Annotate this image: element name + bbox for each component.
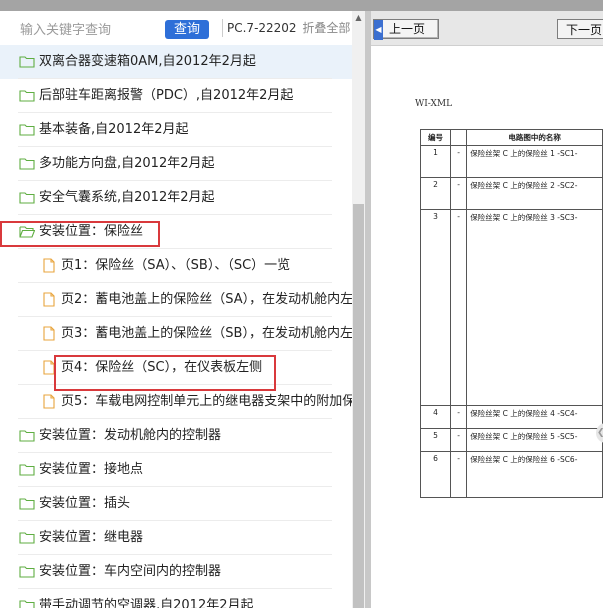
tree-item-6[interactable]: 页1：保险丝（SA）、（SB）、（SC）一览	[0, 249, 352, 283]
folder-icon	[19, 158, 35, 170]
tree-item-label: 后部驻车距离报警（PDC）,自2012年2月起	[39, 88, 294, 103]
page-icon	[43, 292, 55, 307]
page-icon	[43, 360, 55, 375]
table-cell-number: 3	[419, 209, 452, 406]
table-cell-mark: -	[450, 405, 468, 429]
table-cell-name: 保险丝架 C 上的保险丝 2 -SC2-	[466, 177, 603, 210]
table-cell-mark: -	[450, 177, 468, 210]
tree-item-9[interactable]: 页4：保险丝（SC），在仪表板左侧	[0, 351, 352, 385]
page-icon	[43, 258, 55, 273]
table-cell-name: 保险丝架 C 上的保险丝 1 -SC1-	[466, 145, 603, 178]
tree-item-label: 安装位置：发动机舱内的控制器	[39, 428, 222, 443]
fuse-table: 编号 电路图中的名称 1 - 保险丝架 C 上的保险丝 1 -SC1- 2 - …	[419, 129, 603, 498]
table-row: 3 - 保险丝架 C 上的保险丝 3 -SC3-	[419, 209, 603, 406]
table-header-name: 电路图中的名称	[466, 129, 603, 146]
doc-code: PC.7-22202	[227, 21, 297, 35]
table-cell-number: 2	[419, 177, 452, 210]
search-input[interactable]	[18, 17, 164, 43]
table-cell-number: 1	[419, 145, 452, 178]
page-icon	[43, 394, 55, 409]
tree-item-8[interactable]: 页3：蓄电池盖上的保险丝（SB），在发动机舱内左侧	[0, 317, 365, 351]
tree-item-label: 带手动调节的空调器,自2012年2月起	[39, 598, 254, 608]
tree-item-label: 基本装备,自2012年2月起	[39, 122, 189, 137]
folder-icon	[19, 56, 35, 68]
tree-item-0[interactable]: 双离合器变速箱0AM,自2012年2月起	[0, 45, 352, 79]
table-cell-mark: -	[450, 145, 468, 178]
tree-item-label: 页4：保险丝（SC），在仪表板左侧	[61, 360, 263, 375]
tree-item-2[interactable]: 基本装备,自2012年2月起	[0, 113, 352, 147]
scroll-up-icon[interactable]: ▲	[352, 11, 365, 24]
tree-item-label: 页1：保险丝（SA）、（SB）、（SC）一览	[61, 258, 291, 273]
page-icon	[43, 326, 55, 341]
table-header-mark	[450, 129, 468, 146]
tree-item-7[interactable]: 页2：蓄电池盖上的保险丝（SA），在发动机舱内左侧	[0, 283, 365, 317]
tree-item-label: 安装位置：车内空间内的控制器	[39, 564, 222, 579]
tree-item-label: 页3：蓄电池盖上的保险丝（SB），在发动机舱内左侧	[61, 326, 365, 341]
folder-icon	[19, 192, 35, 204]
table-cell-name: 保险丝架 C 上的保险丝 3 -SC3-	[466, 209, 603, 406]
table-row: 4 - 保险丝架 C 上的保险丝 4 -SC4-	[419, 405, 603, 429]
arrow-left-icon: ◀	[374, 20, 383, 40]
next-page-button[interactable]: 下一页	[557, 19, 603, 39]
document-viewer: ◀ 上一页 下一页 WI-XML 编号 电路图中的名称 1 - 保险丝架 C 上的…	[371, 11, 603, 608]
tree-scrollbar-thumb[interactable]	[353, 204, 364, 608]
tree-item-5[interactable]: 安装位置：保险丝	[0, 215, 352, 249]
tree-item-label: 安全气囊系统,自2012年2月起	[39, 190, 215, 205]
folder-icon	[19, 566, 35, 578]
doc-info: PC.7-22202 折叠全部	[222, 19, 350, 37]
tree-item-11[interactable]: 安装位置：发动机舱内的控制器	[0, 419, 352, 453]
table-cell-number: 4	[419, 405, 452, 429]
table-cell-mark: -	[450, 451, 468, 498]
viewer-toolbar: ◀ 上一页 下一页	[371, 11, 603, 46]
tree-item-1[interactable]: 后部驻车距离报警（PDC）,自2012年2月起	[0, 79, 352, 113]
prev-page-button[interactable]: ◀ 上一页	[373, 19, 439, 40]
table-row: 5 - 保险丝架 C 上的保险丝 5 -SC5-	[419, 428, 603, 452]
tree-item-label: 多功能方向盘,自2012年2月起	[39, 156, 215, 171]
folder-open-icon	[19, 226, 35, 238]
table-cell-name: 保险丝架 C 上的保险丝 5 -SC5-	[466, 428, 603, 452]
prev-page-label: 上一页	[389, 22, 426, 36]
tree-item-16[interactable]: 带手动调节的空调器,自2012年2月起	[0, 589, 352, 608]
tree-item-label: 安装位置：保险丝	[39, 224, 144, 239]
table-row: 6 - 保险丝架 C 上的保险丝 6 -SC6-	[419, 451, 603, 498]
table-row: 2 - 保险丝架 C 上的保险丝 2 -SC2-	[419, 177, 603, 210]
tree-item-label: 页2：蓄电池盖上的保险丝（SA），在发动机舱内左侧	[61, 292, 365, 307]
folder-icon	[19, 600, 35, 608]
document-id: WI-XML	[415, 99, 453, 109]
tree-item-label: 双离合器变速箱0AM,自2012年2月起	[39, 54, 256, 69]
tree-item-4[interactable]: 安全气囊系统,自2012年2月起	[0, 181, 352, 215]
tree-list: 双离合器变速箱0AM,自2012年2月起 后部驻车距离报警（PDC）,自2012…	[0, 45, 365, 608]
table-header-number: 编号	[419, 129, 452, 146]
table-cell-mark: -	[450, 428, 468, 452]
search-bar: 查询 PC.7-22202 折叠全部	[0, 11, 352, 48]
tree-item-label: 页5：车载电网控制单元上的继电器支架中的附加保险丝	[61, 394, 365, 409]
tree-item-3[interactable]: 多功能方向盘,自2012年2月起	[0, 147, 352, 181]
table-header-row: 编号 电路图中的名称	[419, 129, 603, 146]
tree-panel: 查询 PC.7-22202 折叠全部 双离合器变速箱0AM,自2012年2月起 …	[0, 11, 365, 608]
folder-icon	[19, 430, 35, 442]
tree-item-15[interactable]: 安装位置：车内空间内的控制器	[0, 555, 352, 589]
table-cell-number: 5	[419, 428, 452, 452]
folder-icon	[19, 532, 35, 544]
tree-item-label: 安装位置：接地点	[39, 462, 144, 477]
table-cell-name: 保险丝架 C 上的保险丝 6 -SC6-	[466, 451, 603, 498]
table-cell-number: 6	[419, 451, 452, 498]
table-row: 1 - 保险丝架 C 上的保险丝 1 -SC1-	[419, 145, 603, 178]
folder-icon	[19, 498, 35, 510]
collapse-all-button[interactable]: 折叠全部	[302, 21, 350, 35]
search-button[interactable]: 查询	[165, 20, 209, 39]
tree-item-10[interactable]: 页5：车载电网控制单元上的继电器支架中的附加保险丝	[0, 385, 365, 419]
next-page-label: 下一页	[566, 22, 603, 37]
folder-icon	[19, 124, 35, 136]
table-cell-mark: -	[450, 209, 468, 406]
tree-item-label: 安装位置：继电器	[39, 530, 144, 545]
tree-item-12[interactable]: 安装位置：接地点	[0, 453, 352, 487]
table-cell-name: 保险丝架 C 上的保险丝 4 -SC4-	[466, 405, 603, 429]
window-top-bar	[0, 0, 603, 11]
folder-icon	[19, 90, 35, 102]
tree-item-13[interactable]: 安装位置：插头	[0, 487, 352, 521]
folder-icon	[19, 464, 35, 476]
tree-item-label: 安装位置：插头	[39, 496, 131, 511]
tree-item-14[interactable]: 安装位置：继电器	[0, 521, 352, 555]
